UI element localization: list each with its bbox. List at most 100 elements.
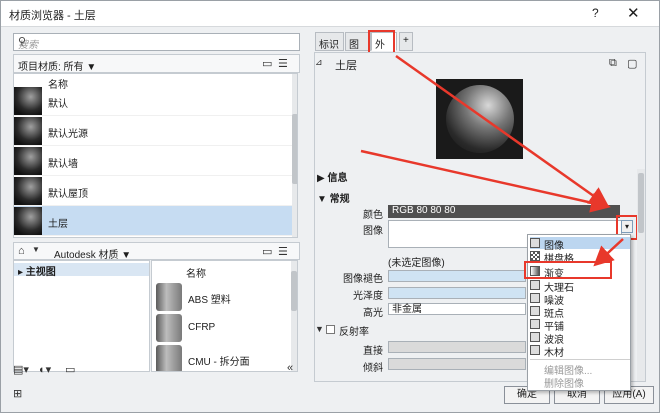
- waves-icon: [530, 332, 540, 342]
- tree-item-label: ▸ 主视图: [18, 267, 56, 278]
- settings-icon[interactable]: ⊞: [13, 387, 22, 400]
- menu-item-label: 木材: [544, 348, 564, 359]
- material-row-default-wall[interactable]: 默认墙: [14, 146, 297, 176]
- scrollbar-thumb[interactable]: [638, 173, 644, 233]
- material-label: 默认: [48, 99, 68, 110]
- direct-label: 直接: [363, 346, 383, 357]
- library-row[interactable]: ABS 塑料: [152, 282, 297, 312]
- tiles-icon: [530, 319, 540, 329]
- oblique-label: 倾斜: [363, 363, 383, 374]
- wood-icon: [530, 345, 540, 355]
- duplicate-asset-icon[interactable]: ⧉: [609, 57, 617, 70]
- material-label: 默认屋顶: [48, 189, 88, 200]
- menu-item-noise[interactable]: 噪波: [530, 292, 630, 307]
- noise-icon: [530, 293, 540, 303]
- checker-icon: [530, 251, 540, 261]
- search-icon[interactable]: ⚲: [18, 35, 296, 48]
- asset-icon: ⊿: [315, 57, 323, 67]
- collapse-icon[interactable]: «: [287, 362, 293, 374]
- material-label: 默认墙: [48, 159, 78, 170]
- title-bar: 材质浏览器 - 土层 ? ✕: [1, 1, 659, 27]
- image-fade-label: 图像褪色: [343, 274, 383, 285]
- material-list-scrollbar[interactable]: [292, 74, 297, 237]
- tab-label: +: [403, 35, 409, 46]
- scrollbar-thumb[interactable]: [291, 271, 297, 311]
- library-tree: ▸ 主视图: [13, 260, 150, 372]
- project-materials-filter[interactable]: 项目材质: 所有 ▼ ▭ ☰: [13, 54, 300, 73]
- help-button[interactable]: ?: [592, 6, 599, 20]
- material-row-default-roof[interactable]: 默认屋顶: [14, 176, 297, 206]
- tab-add[interactable]: +: [399, 32, 413, 51]
- material-row-default-light[interactable]: 默认光源: [14, 116, 297, 146]
- close-button[interactable]: ✕: [627, 4, 640, 22]
- chevron-down-icon[interactable]: ▼: [32, 245, 40, 254]
- menu-separator: [530, 359, 630, 360]
- glossiness-slider[interactable]: [388, 287, 526, 299]
- material-swatch: [14, 177, 42, 205]
- color-field[interactable]: RGB 80 80 80: [388, 205, 620, 218]
- material-browser-window: 材质浏览器 - 土层 ? ✕ 搜索 ⚲ 项目材质: 所有 ▼ ▭ ☰ 名称 默认…: [0, 0, 660, 413]
- marble-icon: [530, 280, 540, 290]
- direct-slider[interactable]: [388, 341, 526, 353]
- menu-item-edit-image: 编辑图像...: [530, 362, 630, 377]
- list-view-icon[interactable]: ☰: [278, 57, 288, 70]
- material-swatch: [156, 283, 182, 311]
- material-swatch: [14, 87, 42, 115]
- library-label: Autodesk 材质 ▼: [54, 250, 132, 261]
- library-column-header: 名称: [186, 269, 206, 280]
- library-row[interactable]: CFRP: [152, 313, 297, 343]
- menu-item-image[interactable]: 图像: [530, 237, 630, 252]
- search-input[interactable]: 搜索 ⚲: [13, 33, 300, 51]
- section-info[interactable]: ▶ 信息: [317, 169, 347, 184]
- left-bottom-toolbar: ▤▾ ◐▾ ▭ «: [13, 362, 300, 378]
- view-toggle-icon[interactable]: ▭: [262, 57, 272, 70]
- folder-icon[interactable]: ▤▾: [13, 363, 29, 376]
- reflectivity-checkbox[interactable]: [326, 325, 335, 334]
- properties-scrollbar[interactable]: [637, 169, 645, 381]
- highlight-gradient-item: [524, 261, 612, 279]
- material-preview[interactable]: [436, 79, 523, 159]
- menu-item-tiles[interactable]: 平铺: [530, 318, 630, 333]
- new-material-icon[interactable]: ◐▾: [39, 363, 51, 376]
- image-type-menu: 图像 棋盘格 渐变 大理石 噪波 斑点 平铺 波浪 木材 编辑图像... 删除图…: [527, 234, 631, 391]
- home-icon[interactable]: ⌂: [18, 245, 25, 257]
- material-row-soil-selected[interactable]: 土层: [14, 206, 297, 236]
- asset-browser-icon[interactable]: ▭: [65, 363, 75, 376]
- replace-asset-icon[interactable]: ▢: [627, 57, 637, 70]
- material-swatch: [14, 117, 42, 145]
- tab-identity[interactable]: 标识: [315, 32, 344, 51]
- material-swatch: [14, 147, 42, 175]
- oblique-slider[interactable]: [388, 358, 526, 370]
- highlight-select[interactable]: 非金属: [388, 303, 526, 315]
- menu-item-speckle[interactable]: 斑点: [530, 305, 630, 320]
- library-item-label: ABS 塑料: [188, 295, 231, 306]
- chevron-down-icon[interactable]: ▼: [315, 324, 324, 334]
- list-view-icon[interactable]: ☰: [278, 245, 288, 258]
- menu-item-label: 删除图像: [544, 379, 584, 390]
- menu-item-wood[interactable]: 木材: [530, 344, 630, 359]
- section-general[interactable]: ▼ 常规: [317, 190, 350, 205]
- color-label: 颜色: [363, 210, 383, 221]
- image-label: 图像: [363, 226, 383, 237]
- material-swatch: [14, 207, 42, 235]
- library-item-label: CFRP: [188, 322, 216, 333]
- material-row-default[interactable]: 默认: [14, 86, 297, 116]
- highlight-appearance-tab: [368, 30, 395, 54]
- library-nav-bar[interactable]: ⌂ ▼ Autodesk 材质 ▼ ▭ ☰: [13, 242, 300, 261]
- scrollbar-thumb[interactable]: [292, 114, 297, 184]
- image-fade-slider[interactable]: [388, 270, 526, 282]
- filter-label: 项目材质: 所有 ▼: [18, 62, 97, 73]
- view-toggle-icon[interactable]: ▭: [262, 245, 272, 258]
- tree-item-home[interactable]: ▸ 主视图: [14, 263, 149, 278]
- glossiness-label: 光泽度: [353, 291, 383, 302]
- window-title: 材质浏览器 - 土层: [9, 10, 96, 22]
- menu-item-marble[interactable]: 大理石: [530, 279, 630, 294]
- highlight-label: 高光: [363, 308, 383, 319]
- speckle-icon: [530, 306, 540, 316]
- project-material-list: 名称 默认 默认光源 默认墙 默认屋顶 土层: [13, 73, 298, 238]
- library-scrollbar[interactable]: [291, 261, 297, 371]
- material-swatch: [156, 314, 182, 342]
- preview-sphere: [446, 85, 514, 153]
- menu-item-waves[interactable]: 波浪: [530, 331, 630, 346]
- material-label: 默认光源: [48, 129, 88, 140]
